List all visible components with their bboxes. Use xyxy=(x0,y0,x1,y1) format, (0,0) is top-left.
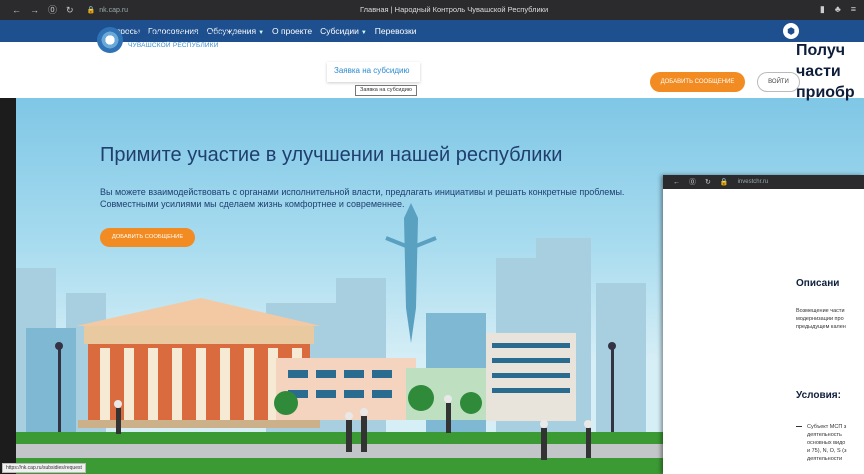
conditions-heading: Условия: xyxy=(796,390,841,401)
back-icon[interactable]: ← xyxy=(12,5,21,15)
lock-icon: 🔒 xyxy=(86,7,96,14)
forward-icon[interactable]: → xyxy=(30,5,39,15)
menu-icon[interactable]: ≡ xyxy=(851,4,856,15)
tooltip: Заявка на субсидию xyxy=(355,85,417,96)
login-button[interactable]: ВОЙТИ xyxy=(757,72,800,92)
nav-item-transport[interactable]: Перевозки xyxy=(371,26,421,36)
address-text[interactable]: nk.cap.ru xyxy=(99,7,128,14)
logo-emblem[interactable] xyxy=(97,27,123,53)
nav-item-subsidies[interactable]: Субсидии ▼ xyxy=(316,26,371,36)
address-bar[interactable]: 🔒 nk.cap.ru xyxy=(86,6,129,15)
browser-toolbar: ← → ⓪ ↻ 🔒 nk.cap.ru Главная | Народный К… xyxy=(0,0,864,20)
address-text[interactable]: investchr.ru xyxy=(738,179,769,185)
add-message-button[interactable]: ДОБАВИТЬ СООБЩЕНИЕ xyxy=(650,72,745,92)
page-heading: Получ части приобр xyxy=(796,42,855,101)
nav-item-about[interactable]: О проекте xyxy=(268,26,316,36)
description-text: Возмещение части модернизации про предыд… xyxy=(796,308,846,330)
extension-icon[interactable]: ♣ xyxy=(835,4,841,15)
reload-icon[interactable]: ↻ xyxy=(66,5,74,15)
list-bullet xyxy=(796,426,802,427)
status-url: https://nk.cap.ru/subsidies/request xyxy=(2,463,86,473)
chevron-down-icon: ▼ xyxy=(360,30,367,36)
conditions-list-item: Субъект МСП з деятельность основных видо… xyxy=(807,424,847,462)
second-browser-toolbar: ← ⓪ ↻ 🔒 investchr.ru xyxy=(663,175,864,189)
shield-icon[interactable]: ⓪ xyxy=(48,5,57,15)
reload-icon[interactable]: ↻ xyxy=(705,178,711,186)
tab-title: Главная | Народный Контроль Чувашской Ре… xyxy=(360,5,549,14)
logo-title[interactable]: НАРОДНЫЙ КОНТРОЛЬ xyxy=(128,30,242,41)
description-heading: Описани xyxy=(796,278,840,289)
back-icon[interactable]: ← xyxy=(673,179,680,186)
logo-subtitle[interactable]: ЧУВАШСКОЙ РЕСПУБЛИКИ xyxy=(128,42,219,49)
shield-icon[interactable]: ⓪ xyxy=(689,177,696,187)
chevron-down-icon: ▼ xyxy=(258,30,265,36)
subsidies-dropdown-item[interactable]: Заявка на субсидию xyxy=(327,62,420,82)
bookmark-icon[interactable]: ▮ xyxy=(820,4,825,15)
lock-icon: 🔒 xyxy=(719,179,729,186)
android-app-icon[interactable]: ⬢ xyxy=(783,23,799,39)
